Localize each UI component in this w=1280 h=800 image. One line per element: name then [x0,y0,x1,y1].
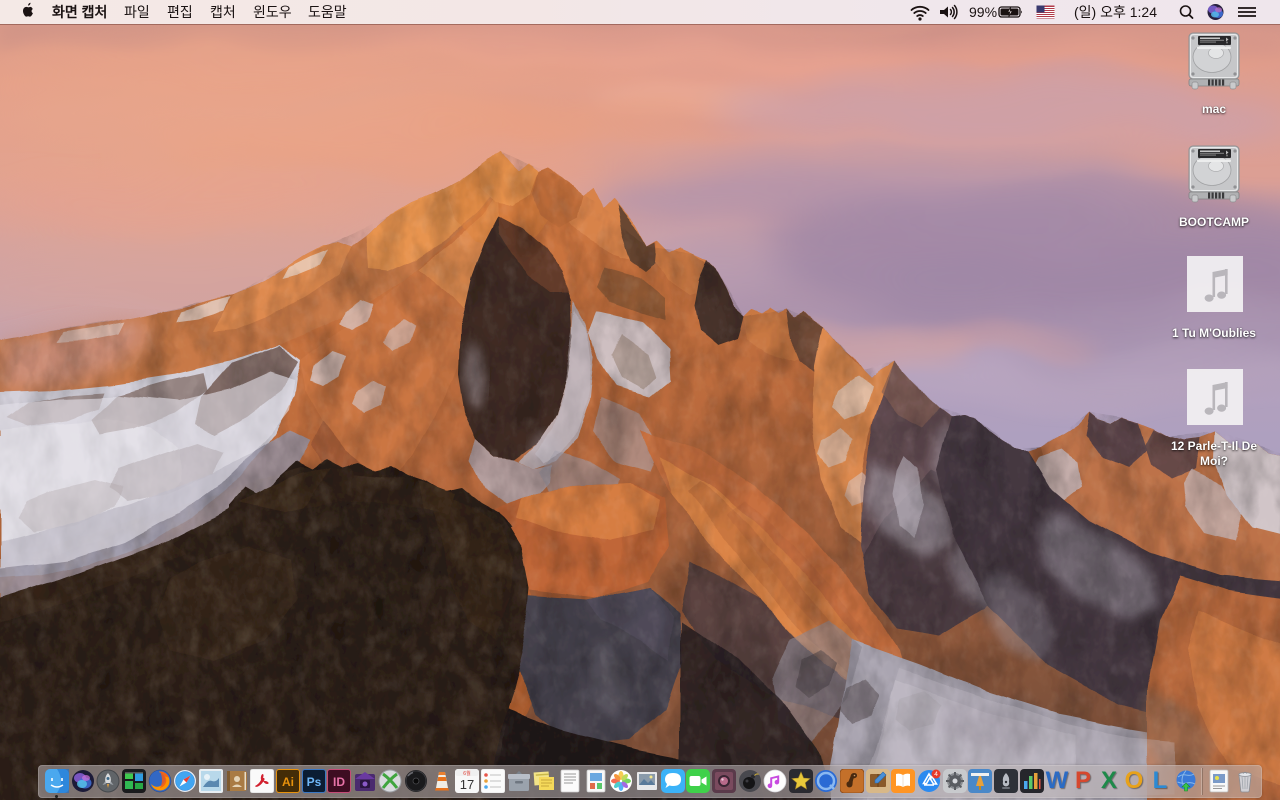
svg-text:ID: ID [333,775,345,789]
svg-text:4: 4 [934,771,938,778]
svg-text:Ai: Ai [282,775,294,789]
svg-text:Ps: Ps [307,775,322,789]
svg-text:6월: 6월 [463,770,471,777]
svg-text:17: 17 [460,777,474,792]
